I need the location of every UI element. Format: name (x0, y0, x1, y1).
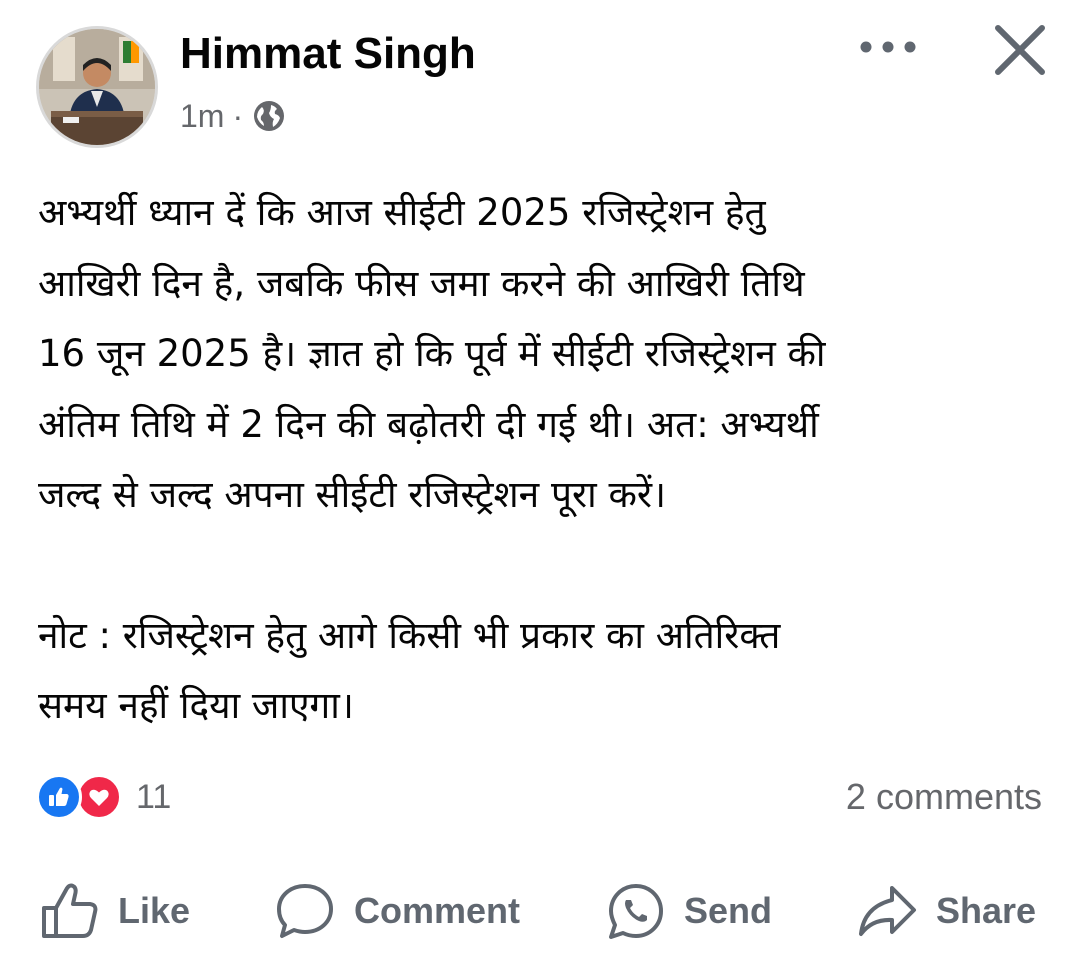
post-line: 16 जून 2025 है। ज्ञात हो कि पूर्व में सी… (38, 332, 826, 375)
post-time[interactable]: 1m (180, 98, 224, 135)
post-meta: 1m · (180, 94, 285, 138)
post-line: अभ्यर्थी ध्यान दें कि आज सीईटी 2025 रजिस… (38, 191, 766, 234)
post-text: अभ्यर्थी ध्यान दें कि आज सीईटी 2025 रजिस… (38, 178, 1043, 742)
like-label: Like (118, 890, 191, 931)
comments-count-link[interactable]: 2 comments (846, 772, 1042, 822)
send-button[interactable]: Send (606, 876, 772, 946)
share-button[interactable]: Share (856, 876, 1036, 946)
close-icon[interactable] (992, 22, 1048, 78)
action-bar: Like Comment Send Share (0, 876, 1080, 946)
share-label: Share (936, 890, 1037, 931)
avatar-photo (39, 29, 155, 145)
whatsapp-icon (609, 884, 663, 939)
note-line: नोट : रजिस्ट्रेशन हेतु आगे किसी भी प्रका… (38, 613, 781, 657)
love-reaction-icon (76, 774, 122, 820)
send-label: Send (684, 890, 773, 931)
author-name[interactable]: Himmat Singh (180, 28, 476, 80)
post-line: आखिरी दिन है, जबकि फीस जमा करने की आखिरी… (38, 261, 805, 305)
thumbs-up-icon (42, 883, 98, 938)
comment-label: Comment (354, 890, 521, 931)
reaction-count: 11 (136, 777, 172, 816)
post-line: जल्द से जल्द अपना सीईटी रजिस्ट्रेशन पूरा… (38, 473, 667, 516)
comment-bubble-icon (277, 884, 333, 938)
reactions-summary[interactable]: 11 (36, 772, 171, 822)
like-button[interactable]: Like (40, 876, 190, 946)
globe-icon[interactable] (253, 100, 285, 132)
share-arrow-icon (859, 886, 916, 936)
meta-separator: · (232, 97, 244, 134)
post-line: अंतिम तिथि में 2 दिन की बढ़ोतरी दी गई थी… (38, 402, 819, 446)
more-options-icon[interactable] (856, 30, 920, 64)
author-avatar[interactable] (36, 26, 158, 148)
note-line: समय नहीं दिया जाएगा। (38, 684, 354, 727)
comment-button[interactable]: Comment (274, 876, 520, 946)
like-reaction-icon (36, 774, 82, 820)
